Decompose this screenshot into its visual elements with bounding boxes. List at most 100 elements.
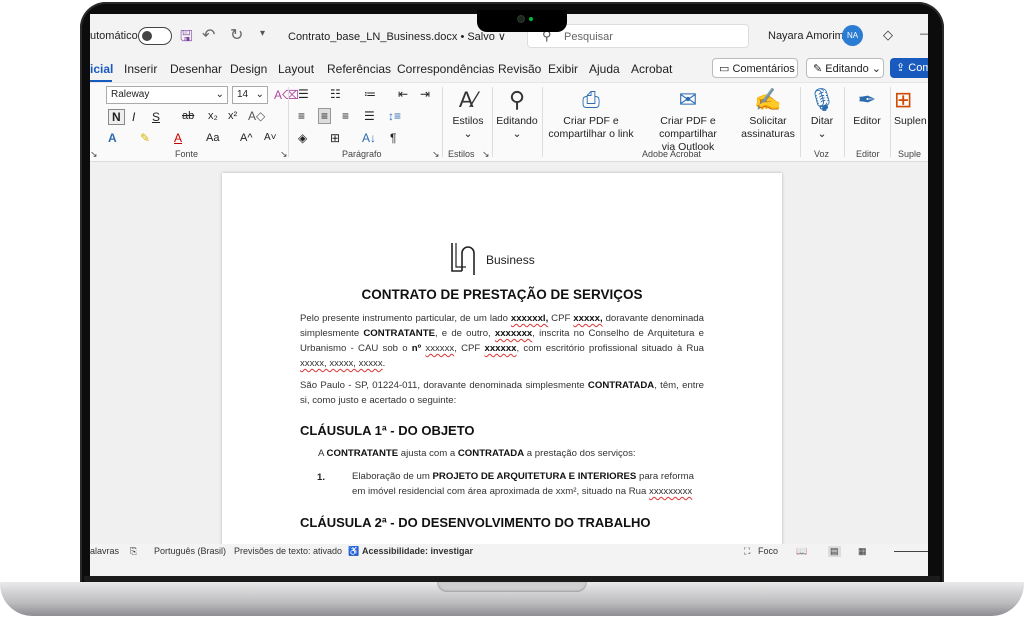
accessibility-icon[interactable]: ♿ xyxy=(348,546,359,557)
request-signatures-button[interactable]: ✍ Solicitar assinaturas xyxy=(738,85,798,141)
clear-formatting-icon[interactable]: A⌫ xyxy=(274,88,299,102)
underline-button[interactable]: S xyxy=(152,110,160,124)
paragraph-dialog-launcher-icon[interactable]: ↘ xyxy=(432,149,440,160)
tab-draw[interactable]: Desenhar xyxy=(170,62,222,76)
align-center-icon[interactable]: ≡ xyxy=(318,108,332,124)
text-predictions-status[interactable]: Previsões de texto: ativado xyxy=(234,546,342,556)
font-name-select[interactable]: Raleway ⌄ xyxy=(106,86,228,104)
user-name: Nayara Amorim xyxy=(768,30,844,42)
chevron-down-icon: ⌄ xyxy=(512,128,522,140)
company-logo: Business xyxy=(448,241,568,277)
show-marks-button[interactable]: ¶ xyxy=(390,131,396,145)
styles-dialog-launcher-icon[interactable]: ↘ xyxy=(482,149,490,160)
editing-mode-button[interactable]: ✎ Editando ⌄ xyxy=(806,58,884,78)
shading-icon[interactable]: ◈ xyxy=(298,131,307,145)
multilevel-list-icon[interactable]: ≔ xyxy=(364,87,376,101)
tab-layout[interactable]: Layout xyxy=(278,62,314,76)
share-button[interactable]: ⇪ Com xyxy=(890,58,928,78)
addins-button[interactable]: ⊞ Suplen xyxy=(894,85,928,128)
proofing-icon[interactable]: ⎘ xyxy=(130,546,137,557)
chevron-down-icon: ⌄ xyxy=(215,89,224,100)
signature-icon: ✍ xyxy=(754,87,782,112)
quick-access-more-icon[interactable]: ▾ xyxy=(260,28,265,39)
subscript-button[interactable]: x₂ xyxy=(208,110,218,122)
pdf-link-icon: ⎙ xyxy=(582,87,600,112)
borders-icon[interactable]: ⊞ xyxy=(330,131,340,145)
justify-icon[interactable]: ☰ xyxy=(364,109,375,123)
strikethrough-button[interactable]: ab xyxy=(182,110,194,122)
save-icon[interactable]: 🖫 xyxy=(180,26,193,51)
text-run: xxxxx, xyxy=(573,313,603,324)
tab-review[interactable]: Revisão xyxy=(498,62,541,76)
line-spacing-icon[interactable]: ↕≡ xyxy=(388,109,401,123)
chevron-down-icon: ⌄ xyxy=(463,128,473,140)
text-run: nº xyxy=(411,343,422,354)
comments-button[interactable]: ▭ Comentários xyxy=(712,58,798,78)
web-layout-icon[interactable]: ▦ xyxy=(858,546,867,557)
language-status[interactable]: Português (Brasil) xyxy=(154,546,226,556)
editor-button[interactable]: ✒ Editor xyxy=(846,85,888,128)
avatar[interactable]: NA xyxy=(842,25,863,46)
tab-mailings[interactable]: Correspondências xyxy=(397,62,494,76)
text-run: Pelo presente instrumento particular, de… xyxy=(300,313,511,324)
editing-label: Editando xyxy=(496,115,538,127)
editing-button[interactable]: ⚲ Editando ⌄ xyxy=(494,85,540,141)
document-page[interactable]: Business CONTRATO DE PRESTAÇÃO DE SERVIÇ… xyxy=(222,173,782,553)
highlight-color-icon[interactable]: ✎ xyxy=(140,131,150,145)
ln-logo-icon xyxy=(451,243,475,275)
document-canvas[interactable]: Business CONTRATO DE PRESTAÇÃO DE SERVIÇ… xyxy=(90,162,928,553)
bullets-icon[interactable]: ☰ xyxy=(298,87,309,101)
camera-notch xyxy=(477,10,567,32)
grow-font-button[interactable]: A^ xyxy=(240,132,253,144)
tab-view[interactable]: Exibir xyxy=(548,62,578,76)
italic-button[interactable]: I xyxy=(132,110,135,124)
autosave-toggle[interactable] xyxy=(138,27,172,45)
document-title-heading: CONTRATO DE PRESTAÇÃO DE SERVIÇOS xyxy=(361,287,643,302)
shrink-font-button[interactable]: A˅ xyxy=(264,132,277,143)
tab-acrobat[interactable]: Acrobat xyxy=(631,62,672,76)
change-case-button[interactable]: Aa xyxy=(206,132,219,144)
undo-icon[interactable]: ↶ xyxy=(202,25,215,45)
font-size-select[interactable]: 14 ⌄ xyxy=(232,86,268,104)
text-effects-icon[interactable]: A xyxy=(108,131,117,145)
create-pdf-outlook-button[interactable]: ✉ Criar PDF e compartilhar via Outlook xyxy=(630,85,746,154)
align-right-icon[interactable]: ≡ xyxy=(342,109,349,123)
group-label-acrobat: Adobe Acrobat xyxy=(642,149,702,159)
decrease-indent-icon[interactable]: ⇤ xyxy=(398,87,408,101)
premium-diamond-icon[interactable]: ◇ xyxy=(883,27,893,43)
tab-home[interactable]: icial xyxy=(90,62,113,76)
numbering-icon[interactable]: ☷ xyxy=(330,87,341,101)
minimize-button[interactable]: — xyxy=(920,28,928,40)
increase-indent-icon[interactable]: ⇥ xyxy=(420,87,430,101)
bold-button[interactable]: N xyxy=(108,109,125,125)
sort-icon[interactable]: A↓ xyxy=(362,131,376,145)
search-placeholder: Pesquisar xyxy=(564,31,613,43)
font-dialog-launcher-icon[interactable]: ↘ xyxy=(280,149,288,160)
align-left-icon[interactable]: ≡ xyxy=(298,109,305,123)
dialog-launcher-icon[interactable]: ↘ xyxy=(90,149,98,160)
superscript-button[interactable]: x² xyxy=(228,110,237,122)
divider xyxy=(492,87,493,157)
read-mode-icon[interactable]: 📖 xyxy=(796,546,807,557)
text-effects-eraser-icon[interactable]: A◇ xyxy=(248,109,265,123)
focus-icon[interactable]: ⛶ xyxy=(744,546,750,557)
dictate-button[interactable]: 🎙 Ditar ⌄ xyxy=(802,85,842,141)
document-title[interactable]: Contrato_base_LN_Business.docx • Salvo ∨ xyxy=(288,30,506,43)
print-layout-icon[interactable]: ▤ xyxy=(828,546,841,557)
font-color-icon[interactable]: A xyxy=(174,131,182,145)
styles-button[interactable]: A⁄ Estilos ⌄ xyxy=(446,85,490,141)
list-item: Elaboração de um PROJETO DE ARQUITETURA … xyxy=(352,469,704,499)
redo-icon[interactable]: ↻ xyxy=(230,25,243,45)
accessibility-status[interactable]: Acessibilidade: investigar xyxy=(362,546,473,556)
clause-1-intro: A CONTRATANTE ajusta com a CONTRATADA a … xyxy=(318,446,708,461)
clause-2-heading: CLÁUSULA 2ª - DO DESENVOLVIMENTO DO TRAB… xyxy=(300,515,651,530)
create-pdf-share-link-button[interactable]: ⎙ Criar PDF e compartilhar o link xyxy=(544,85,638,141)
tab-insert[interactable]: Inserir xyxy=(124,62,157,76)
tab-help[interactable]: Ajuda xyxy=(589,62,620,76)
tab-design[interactable]: Design xyxy=(230,62,267,76)
focus-label[interactable]: Foco xyxy=(758,546,778,556)
font-name-value: Raleway xyxy=(111,89,150,100)
zoom-slider[interactable] xyxy=(894,551,928,552)
tab-references[interactable]: Referências xyxy=(327,62,391,76)
word-count[interactable]: alavras xyxy=(90,546,119,556)
